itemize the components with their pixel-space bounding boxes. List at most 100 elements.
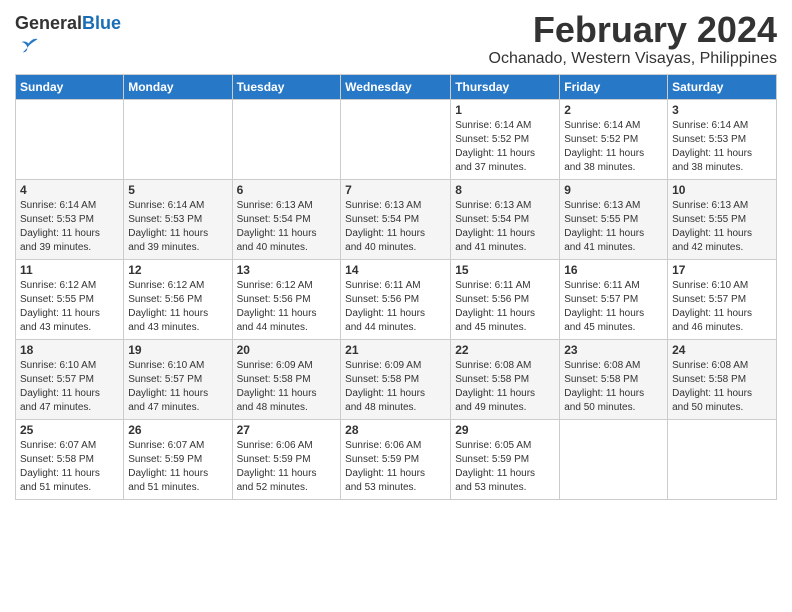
calendar-header-row: SundayMondayTuesdayWednesdayThursdayFrid… xyxy=(16,74,777,99)
calendar-cell: 6Sunrise: 6:13 AM Sunset: 5:54 PM Daylig… xyxy=(232,179,341,259)
day-number: 10 xyxy=(672,183,772,197)
day-info: Sunrise: 6:06 AM Sunset: 5:59 PM Dayligh… xyxy=(345,439,446,495)
day-number: 23 xyxy=(564,343,663,357)
day-info: Sunrise: 6:07 AM Sunset: 5:59 PM Dayligh… xyxy=(128,439,227,495)
day-number: 24 xyxy=(672,343,772,357)
day-info: Sunrise: 6:08 AM Sunset: 5:58 PM Dayligh… xyxy=(672,359,772,415)
day-info: Sunrise: 6:10 AM Sunset: 5:57 PM Dayligh… xyxy=(128,359,227,415)
day-info: Sunrise: 6:07 AM Sunset: 5:58 PM Dayligh… xyxy=(20,439,119,495)
day-info: Sunrise: 6:09 AM Sunset: 5:58 PM Dayligh… xyxy=(237,359,337,415)
calendar-cell: 2 Sunrise: 6:14 AM Sunset: 5:52 PM Daylig… xyxy=(560,99,668,179)
weekday-header: Friday xyxy=(560,74,668,99)
day-info: Sunrise: 6:13 AM Sunset: 5:54 PM Dayligh… xyxy=(455,199,555,255)
calendar-cell: 27 Sunrise: 6:06 AM Sunset: 5:59 PM Dayli… xyxy=(232,419,341,499)
calendar-cell: 13Sunrise: 6:12 AM Sunset: 5:56 PM Dayli… xyxy=(232,259,341,339)
day-number: 6 xyxy=(237,183,337,197)
day-info: Sunrise: 6:13 AM Sunset: 5:55 PM Dayligh… xyxy=(564,199,663,255)
day-info: Sunrise: 6:13 AM Sunset: 5:55 PM Dayligh… xyxy=(672,199,772,255)
calendar-week-row: 11Sunrise: 6:12 AM Sunset: 5:55 PM Dayli… xyxy=(16,259,777,339)
page-header: GeneralBlue February 2024 Ochanado, West… xyxy=(15,10,777,68)
day-info: Sunrise: 6:14 AM Sunset: 5:52 PM Dayligh… xyxy=(564,119,663,175)
day-number: 19 xyxy=(128,343,227,357)
calendar-cell xyxy=(16,99,124,179)
day-info: Sunrise: 6:11 AM Sunset: 5:56 PM Dayligh… xyxy=(345,279,446,335)
calendar-week-row: 4 Sunrise: 6:14 AM Sunset: 5:53 PM Daylig… xyxy=(16,179,777,259)
calendar-cell: 18 Sunrise: 6:10 AM Sunset: 5:57 PM Dayli… xyxy=(16,339,124,419)
calendar-cell xyxy=(124,99,232,179)
calendar-cell: 23 Sunrise: 6:08 AM Sunset: 5:58 PM Dayli… xyxy=(560,339,668,419)
calendar-cell xyxy=(341,99,451,179)
weekday-header: Saturday xyxy=(668,74,777,99)
day-info: Sunrise: 6:10 AM Sunset: 5:57 PM Dayligh… xyxy=(672,279,772,335)
day-number: 29 xyxy=(455,423,555,437)
day-info: Sunrise: 6:12 AM Sunset: 5:56 PM Dayligh… xyxy=(128,279,227,335)
day-info: Sunrise: 6:08 AM Sunset: 5:58 PM Dayligh… xyxy=(455,359,555,415)
calendar-cell: 20 Sunrise: 6:09 AM Sunset: 5:58 PM Dayli… xyxy=(232,339,341,419)
calendar-cell: 4 Sunrise: 6:14 AM Sunset: 5:53 PM Daylig… xyxy=(16,179,124,259)
day-info: Sunrise: 6:10 AM Sunset: 5:57 PM Dayligh… xyxy=(20,359,119,415)
month-title: February 2024 xyxy=(489,10,777,50)
day-info: Sunrise: 6:14 AM Sunset: 5:53 PM Dayligh… xyxy=(128,199,227,255)
weekday-header: Monday xyxy=(124,74,232,99)
day-number: 22 xyxy=(455,343,555,357)
day-info: Sunrise: 6:06 AM Sunset: 5:59 PM Dayligh… xyxy=(237,439,337,495)
day-number: 12 xyxy=(128,263,227,277)
calendar-cell: 24 Sunrise: 6:08 AM Sunset: 5:58 PM Dayli… xyxy=(668,339,777,419)
day-info: Sunrise: 6:09 AM Sunset: 5:58 PM Dayligh… xyxy=(345,359,446,415)
calendar-cell: 15 Sunrise: 6:11 AM Sunset: 5:56 PM Dayli… xyxy=(451,259,560,339)
day-info: Sunrise: 6:08 AM Sunset: 5:58 PM Dayligh… xyxy=(564,359,663,415)
day-number: 7 xyxy=(345,183,446,197)
title-block: February 2024 Ochanado, Western Visayas,… xyxy=(489,10,777,68)
calendar-cell: 14 Sunrise: 6:11 AM Sunset: 5:56 PM Dayli… xyxy=(341,259,451,339)
day-info: Sunrise: 6:13 AM Sunset: 5:54 PM Dayligh… xyxy=(345,199,446,255)
day-info: Sunrise: 6:11 AM Sunset: 5:57 PM Dayligh… xyxy=(564,279,663,335)
calendar-cell: 8 Sunrise: 6:13 AM Sunset: 5:54 PM Daylig… xyxy=(451,179,560,259)
day-info: Sunrise: 6:11 AM Sunset: 5:56 PM Dayligh… xyxy=(455,279,555,335)
day-info: Sunrise: 6:14 AM Sunset: 5:53 PM Dayligh… xyxy=(20,199,119,255)
weekday-header: Sunday xyxy=(16,74,124,99)
day-number: 17 xyxy=(672,263,772,277)
calendar-cell xyxy=(560,419,668,499)
day-info: Sunrise: 6:05 AM Sunset: 5:59 PM Dayligh… xyxy=(455,439,555,495)
day-number: 27 xyxy=(237,423,337,437)
calendar-cell: 29 Sunrise: 6:05 AM Sunset: 5:59 PM Dayli… xyxy=(451,419,560,499)
calendar-cell: 9 Sunrise: 6:13 AM Sunset: 5:55 PM Daylig… xyxy=(560,179,668,259)
calendar-cell: 26Sunrise: 6:07 AM Sunset: 5:59 PM Dayli… xyxy=(124,419,232,499)
calendar-cell: 12 Sunrise: 6:12 AM Sunset: 5:56 PM Dayli… xyxy=(124,259,232,339)
weekday-header: Tuesday xyxy=(232,74,341,99)
logo-general: General xyxy=(15,13,82,33)
calendar-cell: 1Sunrise: 6:14 AM Sunset: 5:52 PM Daylig… xyxy=(451,99,560,179)
day-number: 9 xyxy=(564,183,663,197)
logo: GeneralBlue xyxy=(15,14,121,61)
calendar-table: SundayMondayTuesdayWednesdayThursdayFrid… xyxy=(15,74,777,500)
calendar-cell: 21 Sunrise: 6:09 AM Sunset: 5:58 PM Dayli… xyxy=(341,339,451,419)
day-info: Sunrise: 6:12 AM Sunset: 5:56 PM Dayligh… xyxy=(237,279,337,335)
calendar-cell: 7 Sunrise: 6:13 AM Sunset: 5:54 PM Daylig… xyxy=(341,179,451,259)
calendar-cell: 16 Sunrise: 6:11 AM Sunset: 5:57 PM Dayli… xyxy=(560,259,668,339)
calendar-cell: 22 Sunrise: 6:08 AM Sunset: 5:58 PM Dayli… xyxy=(451,339,560,419)
calendar-week-row: 1Sunrise: 6:14 AM Sunset: 5:52 PM Daylig… xyxy=(16,99,777,179)
day-number: 8 xyxy=(455,183,555,197)
weekday-header: Wednesday xyxy=(341,74,451,99)
calendar-cell xyxy=(668,419,777,499)
calendar-cell: 10 Sunrise: 6:13 AM Sunset: 5:55 PM Dayli… xyxy=(668,179,777,259)
calendar-week-row: 25 Sunrise: 6:07 AM Sunset: 5:58 PM Dayli… xyxy=(16,419,777,499)
day-number: 14 xyxy=(345,263,446,277)
day-info: Sunrise: 6:14 AM Sunset: 5:52 PM Dayligh… xyxy=(455,119,555,175)
day-number: 4 xyxy=(20,183,119,197)
day-number: 5 xyxy=(128,183,227,197)
day-info: Sunrise: 6:14 AM Sunset: 5:53 PM Dayligh… xyxy=(672,119,772,175)
day-number: 16 xyxy=(564,263,663,277)
calendar-cell: 17 Sunrise: 6:10 AM Sunset: 5:57 PM Dayli… xyxy=(668,259,777,339)
calendar-cell: 28Sunrise: 6:06 AM Sunset: 5:59 PM Dayli… xyxy=(341,419,451,499)
day-number: 18 xyxy=(20,343,119,357)
day-number: 2 xyxy=(564,103,663,117)
day-number: 15 xyxy=(455,263,555,277)
calendar-week-row: 18 Sunrise: 6:10 AM Sunset: 5:57 PM Dayli… xyxy=(16,339,777,419)
logo-blue: Blue xyxy=(82,13,121,33)
calendar-cell: 5 Sunrise: 6:14 AM Sunset: 5:53 PM Daylig… xyxy=(124,179,232,259)
day-number: 20 xyxy=(237,343,337,357)
calendar-cell: 25 Sunrise: 6:07 AM Sunset: 5:58 PM Dayli… xyxy=(16,419,124,499)
day-number: 25 xyxy=(20,423,119,437)
day-number: 21 xyxy=(345,343,446,357)
